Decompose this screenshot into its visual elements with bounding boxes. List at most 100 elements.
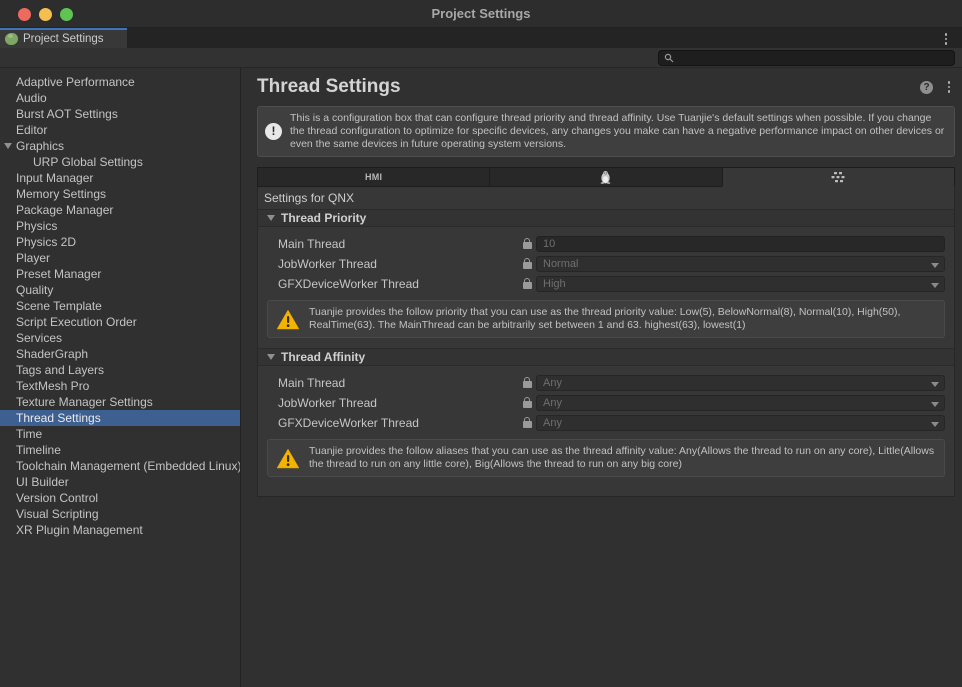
sidebar-item-label: Adaptive Performance (16, 75, 135, 89)
value-dropdown[interactable]: High (536, 276, 945, 292)
value-dropdown[interactable]: Any (536, 415, 945, 431)
qnx-dots-icon (830, 171, 846, 184)
sidebar-item-script-execution-order[interactable]: Script Execution Order (0, 314, 240, 330)
sidebar-item-label: Preset Manager (16, 267, 101, 281)
value-text: High (543, 278, 566, 290)
sidebar-item-label: XR Plugin Management (16, 523, 143, 537)
config-info-text: This is a configuration box that can con… (290, 112, 946, 151)
warning-text: Tuanjie provides the follow aliases that… (309, 445, 936, 471)
sidebar-item-label: Visual Scripting (16, 507, 99, 521)
project-settings-icon (5, 33, 18, 45)
sidebar-item-preset-manager[interactable]: Preset Manager (0, 266, 240, 282)
section-title: Thread Affinity (281, 350, 365, 364)
sidebar-item-time[interactable]: Time (0, 426, 240, 442)
sidebar-item-label: Player (16, 251, 50, 265)
section-header-thread-priority[interactable]: Thread Priority (258, 209, 954, 227)
warning-triangle-icon (276, 448, 300, 469)
sidebar-item-physics-2d[interactable]: Physics 2D (0, 234, 240, 250)
tab-project-settings[interactable]: Project Settings (0, 28, 127, 48)
warning-box: Tuanjie provides the follow aliases that… (267, 439, 945, 477)
sidebar-item-thread-settings[interactable]: Thread Settings (0, 410, 240, 426)
sidebar-item-quality[interactable]: Quality (0, 282, 240, 298)
warning-text: Tuanjie provides the follow priority tha… (309, 306, 936, 332)
sidebar-item-label: Scene Template (16, 299, 102, 313)
section-header-thread-affinity[interactable]: Thread Affinity (258, 348, 954, 366)
platform-tab-bar: HMI (257, 167, 955, 187)
sidebar-item-label: TextMesh Pro (16, 379, 89, 393)
project-settings-window: Project Settings Project Settings Adapti… (0, 0, 962, 687)
sidebar-item-graphics[interactable]: Graphics (0, 138, 240, 154)
sidebar-item-visual-scripting[interactable]: Visual Scripting (0, 506, 240, 522)
setting-label: Main Thread (258, 237, 518, 251)
foldout-arrow-icon (267, 354, 275, 360)
lock-icon[interactable] (523, 262, 532, 269)
page-menu-icon[interactable] (943, 81, 955, 93)
sidebar-item-label: Toolchain Management (Embedded Linux) (16, 459, 240, 473)
lock-icon[interactable] (523, 421, 532, 428)
sidebar-item-shadergraph[interactable]: ShaderGraph (0, 346, 240, 362)
chevron-down-icon (931, 402, 939, 407)
sidebar-item-label: Editor (16, 123, 47, 137)
warning-triangle-icon (276, 309, 300, 330)
value-dropdown[interactable]: Any (536, 395, 945, 411)
sidebar-item-adaptive-performance[interactable]: Adaptive Performance (0, 74, 240, 90)
lock-icon[interactable] (523, 242, 532, 249)
sidebar-item-burst-aot-settings[interactable]: Burst AOT Settings (0, 106, 240, 122)
sidebar-item-version-control[interactable]: Version Control (0, 490, 240, 506)
sidebar-item-input-manager[interactable]: Input Manager (0, 170, 240, 186)
sidebar-item-label: Thread Settings (16, 411, 101, 425)
setting-row-gfxdeviceworker-thread: GFXDeviceWorker ThreadAny (258, 413, 954, 433)
search-box[interactable] (658, 50, 955, 66)
search-input[interactable] (674, 52, 934, 64)
sidebar-item-memory-settings[interactable]: Memory Settings (0, 186, 240, 202)
setting-row-jobworker-thread: JobWorker ThreadNormal (258, 254, 954, 274)
lock-icon[interactable] (523, 401, 532, 408)
thread-settings-panel: Thread Settings ? ! This is a configurat… (241, 68, 962, 687)
sidebar-item-audio[interactable]: Audio (0, 90, 240, 106)
section-title: Thread Priority (281, 211, 366, 225)
sidebar-item-label: Texture Manager Settings (16, 395, 153, 409)
sidebar-item-label: Package Manager (16, 203, 113, 217)
sidebar-item-label: Physics (16, 219, 57, 233)
sidebar-item-xr-plugin-management[interactable]: XR Plugin Management (0, 522, 240, 538)
tab-strip-menu-icon[interactable] (940, 33, 952, 45)
sidebar-item-texture-manager-settings[interactable]: Texture Manager Settings (0, 394, 240, 410)
sidebar-item-timeline[interactable]: Timeline (0, 442, 240, 458)
value-dropdown[interactable]: Normal (536, 256, 945, 272)
setting-row-main-thread: Main ThreadAny (258, 373, 954, 393)
sidebar-item-scene-template[interactable]: Scene Template (0, 298, 240, 314)
sidebar-item-label: Graphics (16, 139, 64, 153)
sidebar-item-toolchain-management-embedded-linux[interactable]: Toolchain Management (Embedded Linux) (0, 458, 240, 474)
sidebar-item-editor[interactable]: Editor (0, 122, 240, 138)
value-text: Any (543, 417, 562, 429)
chevron-down-icon (931, 422, 939, 427)
value-input[interactable]: 10 (536, 236, 945, 252)
sidebar-item-urp-global-settings[interactable]: URP Global Settings (0, 154, 240, 170)
platform-tab-linux-penguin[interactable] (489, 167, 721, 187)
setting-label: GFXDeviceWorker Thread (258, 277, 518, 291)
lock-icon[interactable] (523, 381, 532, 388)
sidebar-item-textmesh-pro[interactable]: TextMesh Pro (0, 378, 240, 394)
settings-for-label: Settings for QNX (258, 187, 954, 209)
sidebar-item-ui-builder[interactable]: UI Builder (0, 474, 240, 490)
platform-tab-hmi[interactable]: HMI (257, 167, 489, 187)
sidebar-item-tags-and-layers[interactable]: Tags and Layers (0, 362, 240, 378)
setting-row-main-thread: Main Thread 10 (258, 234, 954, 254)
value-text: Normal (543, 258, 578, 270)
sidebar-item-physics[interactable]: Physics (0, 218, 240, 234)
sidebar-item-player[interactable]: Player (0, 250, 240, 266)
foldout-arrow-icon[interactable] (4, 143, 12, 149)
setting-row-gfxdeviceworker-thread: GFXDeviceWorker Thread High (258, 274, 954, 294)
chevron-down-icon (931, 283, 939, 288)
sidebar-item-package-manager[interactable]: Package Manager (0, 202, 240, 218)
platform-tab-qnx-dots[interactable] (722, 167, 955, 187)
sidebar-item-label: Input Manager (16, 171, 93, 185)
lock-icon[interactable] (523, 282, 532, 289)
sidebar-item-services[interactable]: Services (0, 330, 240, 346)
sidebar-item-label: UI Builder (16, 475, 69, 489)
info-bubble-icon: ! (265, 123, 282, 140)
value-dropdown[interactable]: Any (536, 375, 945, 391)
platform-tab-label: HMI (365, 172, 382, 182)
tab-label: Project Settings (23, 33, 104, 45)
help-icon[interactable]: ? (920, 81, 933, 94)
